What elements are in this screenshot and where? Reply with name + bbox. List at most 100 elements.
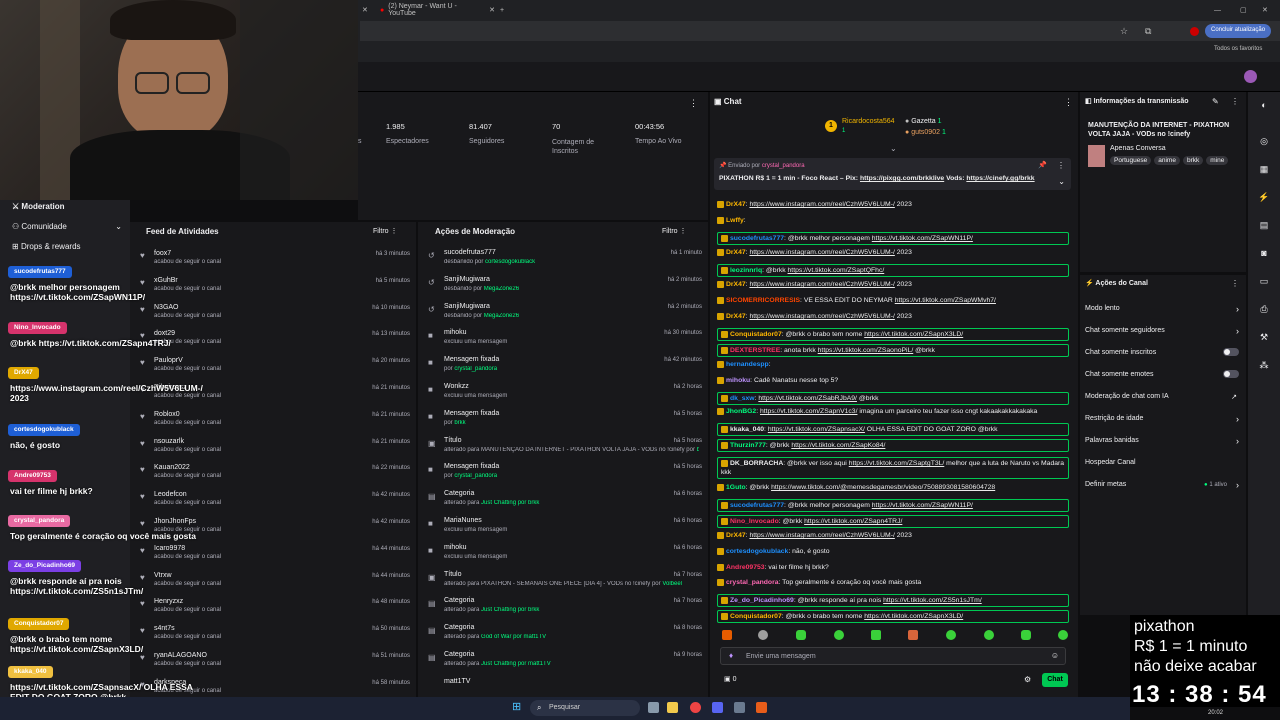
chevron-down-icon[interactable]: ⌄ <box>1058 177 1065 186</box>
mod-action-title[interactable]: Mensagem fixada <box>444 463 499 470</box>
chat-username[interactable]: DrX47 <box>726 532 746 539</box>
chat-link[interactable]: https://vt.tiktok.com/ZSabRJbA9/ <box>758 395 857 402</box>
emote-icon[interactable] <box>908 630 918 640</box>
activity-item[interactable]: ♥ PauloprV acabou de seguir o canal há 20 m… <box>138 357 414 381</box>
mod-action-title[interactable]: sucodefrutas777 <box>444 249 496 256</box>
activity-user[interactable]: s4nt7s <box>154 625 175 632</box>
sidebar-item-moderation[interactable]: ⚔ Moderation <box>12 202 65 211</box>
chat-message[interactable]: sucodefrutas777: @brkk melhor personagem… <box>717 232 1069 245</box>
chat-link[interactable]: https://www.tiktok.com/@memesdegamesbr/v… <box>771 484 995 491</box>
mod-action-by[interactable]: brkk <box>697 447 699 453</box>
mod-action-item[interactable]: ↺ sucodefrutas777 desbaniido por cortesdog… <box>426 249 706 273</box>
chat-username[interactable]: Lwffy <box>726 217 744 224</box>
mod-action-by[interactable]: crystal_pandora <box>454 473 497 479</box>
pinned-user[interactable]: crystal_pandora <box>762 163 805 169</box>
activity-user[interactable]: JhonJhonFps <box>154 518 196 525</box>
settings-icon[interactable] <box>734 702 745 713</box>
pin-icon[interactable]: 📌 <box>1038 161 1047 169</box>
chat-username[interactable]: DrX47 <box>726 201 746 208</box>
chat-username[interactable]: Andre09753 <box>726 564 765 571</box>
doc-icon[interactable]: ▤ <box>1258 220 1270 232</box>
chat-link[interactable]: https://vt.tiktok.com/ZSapnsacX/ <box>768 426 865 433</box>
leaderboard-user[interactable]: ● guts0902 1 <box>905 129 946 136</box>
toggle-switch[interactable] <box>1223 348 1239 356</box>
tag[interactable]: anime <box>1154 156 1180 165</box>
chat-input[interactable]: ♦ Envie uma mensagem ☺ <box>720 647 1066 665</box>
emote-icon[interactable] <box>871 630 881 640</box>
extensions-icon[interactable]: ⧉ <box>1145 26 1151 37</box>
activity-item[interactable]: ♥ Roblox0 acabou de seguir o canal há 21 mi… <box>138 411 414 435</box>
activity-user[interactable]: PauloprV <box>154 357 183 364</box>
tag[interactable]: mine <box>1206 156 1229 165</box>
mod-action-title[interactable]: Categoria <box>444 624 474 631</box>
drops-icon[interactable]: ⁂ <box>1258 360 1270 372</box>
category-box-art[interactable] <box>1088 145 1105 167</box>
chat-message[interactable]: DrX47: https://www.instagram.com/reel/Cz… <box>717 280 1069 289</box>
channel-action-item[interactable]: Modo lento › <box>1085 304 1243 317</box>
printer-icon[interactable]: ⎙ <box>1258 304 1270 316</box>
activity-user[interactable]: N3GAO <box>154 304 179 311</box>
chat-link[interactable]: https://vt.tiktok.com/ZSapWMvh7/ <box>895 297 996 304</box>
chat-message[interactable]: Ze_do_Picadinho69: @brkk responde aí pra… <box>717 594 1069 607</box>
chat-link[interactable]: https://vt.tiktok.com/ZSapnX3LD/ <box>864 331 963 338</box>
chat-username[interactable]: Conquistador07 <box>730 331 782 338</box>
chat-username[interactable]: cortesdogokublack <box>726 548 788 555</box>
mod-action-item[interactable]: ■ mihoku excluiu uma mensagem há 6 horas <box>426 544 706 568</box>
activity-user[interactable]: Kauan2022 <box>154 464 190 471</box>
channel-action-item[interactable]: Chat somente emotes <box>1085 370 1243 383</box>
chat-link[interactable]: https://vt.tiktok.com/ZSaonoPiL/ <box>818 347 914 354</box>
chat-username[interactable]: sucodefrutas777 <box>730 502 784 509</box>
chat-message[interactable]: Lwffy: <box>717 216 1069 225</box>
chat-message[interactable]: cortesdogokublack: não, é gosto <box>717 547 1069 556</box>
taskbar-search[interactable]: ⌕ Pesquisar <box>530 700 640 716</box>
mod-action-title[interactable]: Mensagem fixada <box>444 356 499 363</box>
emote-icon[interactable] <box>1058 630 1068 640</box>
mod-action-by[interactable]: brkk <box>454 420 465 426</box>
chat-username[interactable]: kkaka_040 <box>730 426 764 433</box>
sidebar-item-drops[interactable]: ⊞ Drops & rewards <box>12 242 81 251</box>
tab-close-icon[interactable]: ✕ <box>362 2 368 18</box>
chat-message[interactable]: SICOMERRICORRESIS: VE ESSA EDIT DO NEYMA… <box>717 296 1069 305</box>
chat-message[interactable]: Nino_Invocado: @brkk https://vt.tiktok.c… <box>717 515 1069 528</box>
mod-action-by[interactable]: Just Chatting por brkk <box>481 607 539 613</box>
mod-action-by[interactable]: MegaZone26 <box>484 286 519 292</box>
chat-message[interactable]: sucodefrutas777: @brkk melhor personagem… <box>717 499 1069 512</box>
leaderboard-user[interactable]: Ricardocosta564 <box>842 118 895 125</box>
chat-username[interactable]: DEXTERSTREE <box>730 347 780 354</box>
tag[interactable]: brkk <box>1182 156 1204 165</box>
channel-action-item[interactable]: Definir metas ● 1 ativo › <box>1085 480 1243 493</box>
chat-username[interactable]: SICOMERRICORRESIS <box>726 297 800 304</box>
chat-username[interactable]: DK_BORRACHA <box>730 460 783 467</box>
activity-user[interactable]: foox7 <box>154 250 171 257</box>
pinned-link[interactable]: https://cinefy.gg/brkk <box>966 175 1034 182</box>
mod-action-by[interactable]: Just Chatting por brkk <box>481 500 539 506</box>
chat-message[interactable]: 1Guto: @brkk https://www.tiktok.com/@mem… <box>717 483 1069 492</box>
chat-link[interactable]: https://vt.tiktok.com/ZSaptQFhc/ <box>788 267 885 274</box>
chat-message[interactable]: Andre09753: vai ter filme hj brkk? <box>717 563 1069 572</box>
chat-message[interactable]: DK_BORRACHA: @brkk ver isso aqui https:/… <box>717 457 1069 479</box>
discord-icon[interactable] <box>712 702 723 713</box>
windows-start-icon[interactable]: ⊞ <box>512 702 523 713</box>
channel-points[interactable]: ▣ 0 <box>724 675 736 683</box>
mod-action-title[interactable]: Categoria <box>444 651 474 658</box>
task-view-icon[interactable] <box>648 702 659 713</box>
chat-link[interactable]: https://vt.tiktok.com/ZSaptgT3L/ <box>849 460 945 467</box>
chat-message[interactable]: hernandespp: <box>717 360 1069 369</box>
chat-link[interactable]: https://vt.tiktok.com/ZSapnX3LD/ <box>864 613 963 620</box>
mod-action-item[interactable]: ▤ Categoria alterado para Just Chatting po… <box>426 490 706 514</box>
chat-message[interactable]: Conquistador07: @brkk o brabo tem nome h… <box>717 328 1069 341</box>
chat-message[interactable]: DEXTERSTREE: anota brkk https://vt.tikto… <box>717 344 1069 357</box>
mod-action-item[interactable]: ■ mihoku excluiu uma mensagem há 30 minuto… <box>426 329 706 353</box>
chat-link[interactable]: https://www.instagram.com/reel/CzhW5V6LU… <box>749 532 894 539</box>
mod-action-item[interactable]: ■ Wonkzz excluiu uma mensagem há 2 horas <box>426 383 706 407</box>
more-icon[interactable]: ⋮ <box>391 228 398 235</box>
chat-username[interactable]: hernandespp <box>726 361 769 368</box>
activity-item[interactable]: ♥ N3GAO acabou de seguir o canal há 10 minu… <box>138 304 414 328</box>
mod-action-item[interactable]: ■ Mensagem fixada por crystal_pandora há 42… <box>426 356 706 380</box>
address-bar[interactable]: ☆ ⧉ Concluir atualização <box>360 21 1280 41</box>
more-icon[interactable]: ⋮ <box>1231 279 1239 288</box>
mod-action-item[interactable]: ■ Mensagem fixada por brkk há 5 horas <box>426 410 706 434</box>
chat-link[interactable]: https://vt.tiktok.com/ZSapWN11P/ <box>872 235 973 242</box>
mod-action-title[interactable]: mihoku <box>444 329 467 336</box>
chat-message[interactable]: DrX47: https://www.instagram.com/reel/Cz… <box>717 248 1069 257</box>
